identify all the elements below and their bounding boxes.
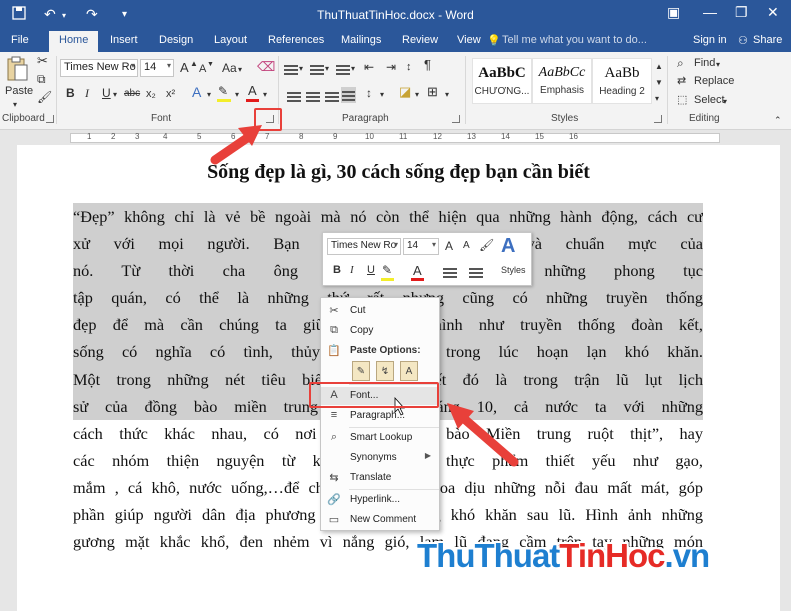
font-launcher-highlight — [254, 108, 282, 131]
watermark-part: TinHoc — [559, 537, 665, 574]
watermark-part: .vn — [664, 537, 711, 574]
callout-arrow-shaft — [210, 131, 255, 165]
font-menu-item-highlight — [309, 382, 439, 408]
watermark-part: ThuThuat — [417, 537, 560, 574]
callout-arrow-shaft — [456, 411, 519, 467]
watermark-logo: ThuThuatTinHoc.vn — [417, 537, 711, 575]
cursor-and-arrows-layer — [210, 125, 519, 467]
